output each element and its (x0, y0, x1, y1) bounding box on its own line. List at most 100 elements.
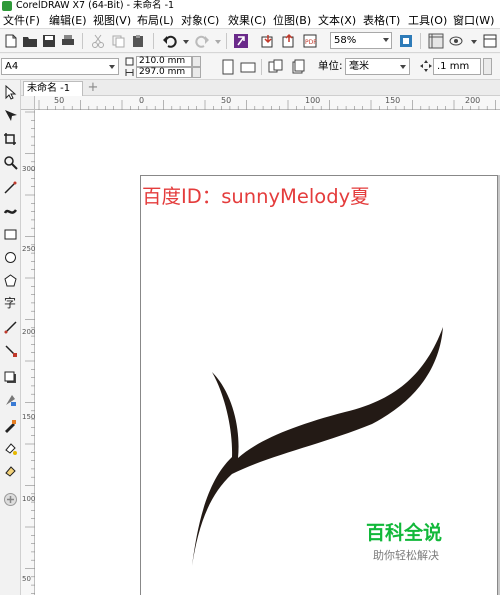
toolbar-separator (261, 59, 262, 75)
all-pages-icon[interactable] (268, 59, 284, 75)
add-tool-icon[interactable] (3, 492, 18, 507)
svg-text:PDF: PDF (305, 39, 317, 46)
chevron-down-icon (400, 65, 406, 69)
chevron-down-icon (109, 65, 115, 69)
ruler-label: 200 (22, 328, 36, 336)
menu-object[interactable]: 对象(C) (181, 12, 219, 29)
show-rulers-icon[interactable] (428, 33, 444, 49)
undo-icon[interactable] (162, 33, 178, 49)
document-tab-bar: 未命名 -1 + (21, 80, 500, 96)
current-page-icon[interactable] (290, 59, 306, 75)
ruler-label: 100 (22, 495, 36, 503)
redo-icon[interactable] (194, 33, 210, 49)
artistic-media-tool-icon[interactable] (3, 203, 18, 218)
page-height-icon (125, 69, 134, 76)
toolbar-separator (226, 33, 227, 49)
ruler-origin[interactable] (21, 96, 35, 110)
transparency-tool-icon[interactable] (3, 393, 18, 408)
menu-window[interactable]: 窗口(W) (453, 12, 494, 29)
zoom-value: 58% (334, 35, 357, 46)
undo-dropdown-icon[interactable] (178, 33, 194, 49)
ruler-label: 100 (305, 96, 321, 105)
landscape-orientation-icon[interactable] (240, 59, 256, 75)
menu-text[interactable]: 文本(X) (318, 12, 356, 29)
freehand-tool-icon[interactable] (3, 180, 18, 195)
units-label: 单位: (318, 60, 343, 72)
shape-tool-icon[interactable] (3, 108, 18, 123)
page-width-icon (125, 57, 134, 66)
toolbar-separator (82, 33, 83, 49)
menu-table[interactable]: 表格(T) (363, 12, 400, 29)
page-height-stepper[interactable] (192, 67, 201, 78)
horizontal-ruler[interactable]: 50 0 50 100 150 200 (35, 96, 500, 110)
smart-fill-tool-icon[interactable] (3, 464, 18, 479)
save-icon[interactable] (41, 33, 57, 49)
ruler-label: 150 (22, 413, 36, 421)
zoom-tool-icon[interactable] (3, 155, 18, 170)
vertical-ruler[interactable]: 300 250 200 150 100 50 (21, 110, 35, 595)
application-launcher-icon[interactable] (482, 33, 498, 49)
pick-tool-icon[interactable] (3, 85, 18, 100)
menu-file[interactable]: 文件(F) (3, 12, 40, 29)
ruler-label: 250 (22, 245, 36, 253)
menu-bitmaps[interactable]: 位图(B) (273, 12, 311, 29)
units-select[interactable]: 毫米 (345, 58, 410, 75)
publish-pdf-icon[interactable]: PDF (302, 33, 318, 49)
nudge-distance-input[interactable]: .1 mm (433, 58, 481, 75)
page-size-select[interactable]: A4 (1, 58, 119, 75)
polygon-tool-icon[interactable] (3, 273, 18, 288)
portrait-orientation-icon[interactable] (220, 59, 236, 75)
color-eyedropper-tool-icon[interactable] (3, 418, 18, 433)
copy-icon[interactable] (110, 33, 126, 49)
watermark-baike-logo: 百科全说 (366, 522, 443, 544)
drop-shadow-tool-icon[interactable] (3, 370, 18, 385)
watermark-baike-slogan: 助你轻松解决 (373, 549, 439, 562)
full-screen-preview-icon[interactable] (398, 33, 414, 49)
menu-layout[interactable]: 布局(L) (137, 12, 174, 29)
toolbar-separator (420, 33, 421, 49)
add-tab-button[interactable]: + (86, 81, 100, 95)
corel-connect-icon[interactable] (233, 33, 249, 49)
new-document-icon[interactable] (3, 33, 19, 49)
zoom-level-select[interactable]: 58% (330, 32, 392, 49)
page-width-stepper[interactable] (192, 56, 201, 67)
menu-tools[interactable]: 工具(O) (408, 12, 447, 29)
text-tool-icon[interactable]: 字 (3, 295, 18, 310)
export-icon[interactable] (281, 33, 297, 49)
connector-tool-icon[interactable] (3, 343, 18, 358)
menu-effects[interactable]: 效果(C) (228, 12, 266, 29)
paste-icon[interactable] (130, 33, 146, 49)
ruler-label: 0 (139, 96, 145, 105)
rectangle-tool-icon[interactable] (3, 227, 18, 242)
page-height-input[interactable]: 297.0 mm (136, 67, 192, 78)
svg-text:字: 字 (4, 295, 16, 310)
redo-dropdown-icon[interactable] (210, 33, 226, 49)
menu-edit[interactable]: 编辑(E) (49, 12, 87, 29)
crop-tool-icon[interactable] (3, 132, 18, 147)
view-options-icon[interactable] (448, 33, 464, 49)
menu-view[interactable]: 视图(V) (93, 12, 131, 29)
title-bar: CorelDRAW X7 (64-Bit) - 未命名 -1 (0, 0, 500, 12)
parallel-dimension-tool-icon[interactable] (3, 320, 18, 335)
document-page[interactable] (140, 175, 498, 595)
tab-document[interactable]: 未命名 -1 (23, 81, 83, 96)
view-options-dropdown-icon[interactable] (466, 33, 482, 49)
watermark-baidu-id: 百度ID：sunnyMelody夏 (142, 185, 370, 208)
nudge-arrows-icon (420, 60, 432, 72)
menu-bar: 文件(F) 编辑(E) 视图(V) 布局(L) 对象(C) 效果(C) 位图(B… (0, 12, 500, 29)
ellipse-tool-icon[interactable] (3, 250, 18, 265)
interactive-fill-tool-icon[interactable] (3, 441, 18, 456)
nudge-stepper[interactable] (483, 58, 492, 75)
coreldraw-logo-icon (2, 1, 12, 11)
import-icon[interactable] (260, 33, 276, 49)
ruler-label: 150 (385, 96, 401, 105)
print-icon[interactable] (60, 33, 76, 49)
open-folder-icon[interactable] (22, 33, 38, 49)
ruler-label: 200 (465, 96, 481, 105)
horizontal-ruler-ticks (38, 100, 496, 110)
page-width-input[interactable]: 210.0 mm (136, 56, 192, 67)
window-title: CorelDRAW X7 (64-Bit) - 未命名 -1 (16, 0, 175, 11)
ruler-label: 300 (22, 165, 36, 173)
cut-icon[interactable] (90, 33, 106, 49)
toolbar-separator (153, 33, 154, 49)
